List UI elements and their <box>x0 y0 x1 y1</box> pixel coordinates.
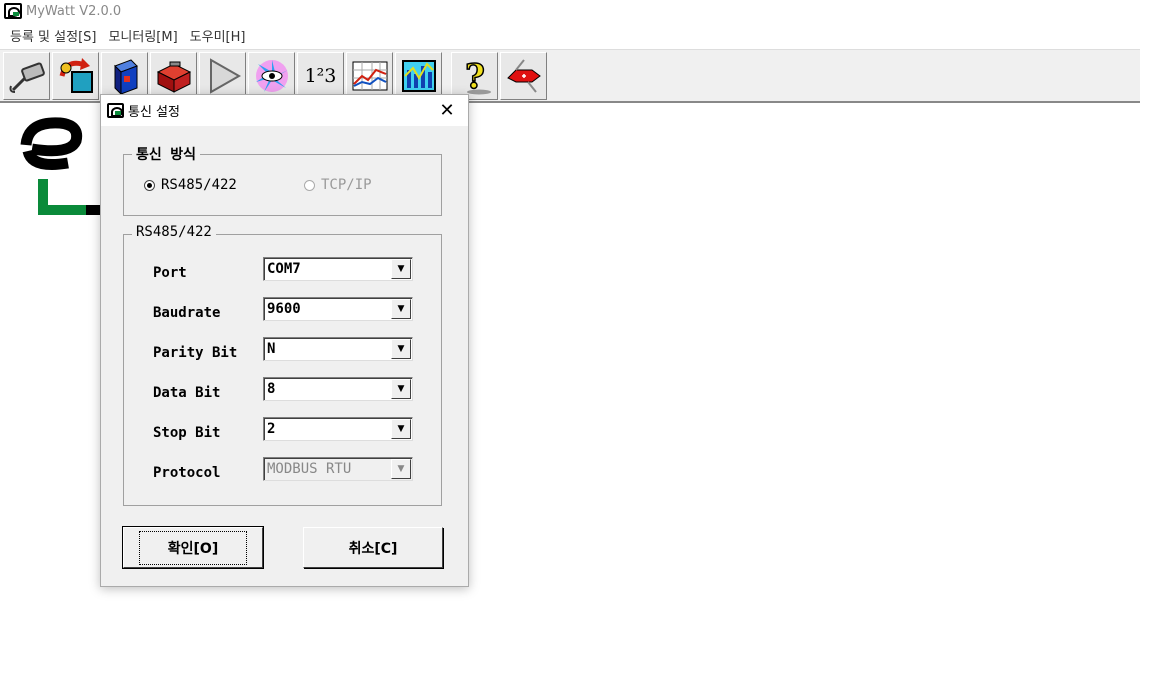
dialog-logo-icon <box>107 103 124 118</box>
bar-graph-icon <box>401 59 436 92</box>
toolbar-book-button[interactable] <box>101 51 148 100</box>
app-title: MyWatt V2.0.0 <box>26 3 122 19</box>
stop-bit-value: 2 <box>267 421 276 437</box>
numbers-123-icon: 1²3 <box>304 64 337 87</box>
data-bit-value: 8 <box>267 381 276 397</box>
comm-method-title: 통신 방식 <box>132 144 200 164</box>
app-logo-icon <box>4 3 22 19</box>
radio-rs485[interactable]: RS485/422 <box>144 177 237 193</box>
port-select[interactable]: COM7 ▼ <box>263 257 413 281</box>
protocol-label: Protocol <box>153 465 221 481</box>
radio-rs485-label: RS485/422 <box>161 177 237 193</box>
line-graph-icon <box>352 61 387 90</box>
app-titlebar: MyWatt V2.0.0 <box>0 0 1157 22</box>
parity-bit-label: Parity Bit <box>153 345 238 361</box>
radio-dot-unchecked <box>304 179 315 191</box>
chevron-down-icon: ▼ <box>391 459 411 479</box>
protocol-value: MODBUS RTU <box>267 461 352 477</box>
comm-method-group: 통신 방식 RS485/422 TCP/IP <box>123 144 442 216</box>
menu-bar: 등록 및 설정[S] 모니터링[M] 도우미[H] <box>0 24 251 46</box>
menu-monitoring[interactable]: 모니터링[M] <box>102 24 183 47</box>
chevron-down-icon[interactable]: ▼ <box>391 259 411 279</box>
baudrate-value: 9600 <box>267 301 301 317</box>
dialog-titlebar: 통신 설정 <box>101 95 468 126</box>
data-bit-label: Data Bit <box>153 385 221 401</box>
toolbar-bar-graph-button[interactable] <box>395 51 442 100</box>
data-bit-select[interactable]: 8 ▼ <box>263 377 413 401</box>
refresh-box-icon <box>59 57 93 93</box>
toolbar-line-graph-button[interactable] <box>346 51 393 100</box>
toolbar-numbers-button[interactable]: 1²3 <box>297 51 344 100</box>
toolbar-help-button[interactable]: ? <box>451 51 498 100</box>
toolbar-refresh-button[interactable] <box>52 51 99 100</box>
radio-dot-checked <box>144 179 155 191</box>
port-label: Port <box>153 265 187 281</box>
close-icon[interactable]: ✕ <box>436 100 458 122</box>
rs485-settings-group: RS485/422 Port COM7 ▼ Baudrate 9600 ▼ Pa… <box>123 224 442 506</box>
chevron-down-icon[interactable]: ▼ <box>391 379 411 399</box>
cable-connect-icon <box>9 62 45 93</box>
parity-bit-select[interactable]: N ▼ <box>263 337 413 361</box>
port-value: COM7 <box>267 261 301 277</box>
color-eye-icon <box>255 59 288 92</box>
rs485-group-title: RS485/422 <box>132 224 216 240</box>
comm-settings-dialog: 통신 설정 ✕ 통신 방식 RS485/422 TCP/IP RS485/422… <box>100 94 469 587</box>
toolbar-play-button[interactable] <box>199 51 246 100</box>
ok-button[interactable]: 확인[O] <box>122 526 264 569</box>
baudrate-label: Baudrate <box>153 305 221 321</box>
toolbar-view-button[interactable] <box>248 51 295 100</box>
stop-bit-select[interactable]: 2 ▼ <box>263 417 413 441</box>
radio-tcpip[interactable]: TCP/IP <box>304 177 372 193</box>
dialog-title: 통신 설정 <box>128 105 180 120</box>
protocol-select: MODBUS RTU ▼ <box>263 457 413 481</box>
menu-register-settings[interactable]: 등록 및 설정[S] <box>4 24 102 47</box>
blue-book-icon <box>113 58 138 95</box>
baudrate-select[interactable]: 9600 ▼ <box>263 297 413 321</box>
help-question-icon: ? <box>464 56 491 96</box>
cancel-button-label: 취소[C] <box>348 540 398 557</box>
chevron-down-icon[interactable]: ▼ <box>391 299 411 319</box>
toolbar-connect-button[interactable] <box>3 51 50 100</box>
knife-tool-icon <box>506 58 541 93</box>
stop-bit-label: Stop Bit <box>153 425 221 441</box>
chevron-down-icon[interactable]: ▼ <box>391 339 411 359</box>
menu-help[interactable]: 도우미[H] <box>184 24 252 47</box>
red-toolbox-icon <box>156 61 191 93</box>
play-icon <box>209 57 241 94</box>
chevron-down-icon[interactable]: ▼ <box>391 419 411 439</box>
background-logo-icon <box>20 117 106 215</box>
cancel-button[interactable]: 취소[C] <box>303 527 443 568</box>
parity-bit-value: N <box>267 341 276 357</box>
ok-button-label: 확인[O] <box>138 530 248 565</box>
radio-tcpip-label: TCP/IP <box>321 177 372 193</box>
toolbar-toolbox-button[interactable] <box>150 51 197 100</box>
toolbar-tools-button[interactable] <box>500 51 547 100</box>
